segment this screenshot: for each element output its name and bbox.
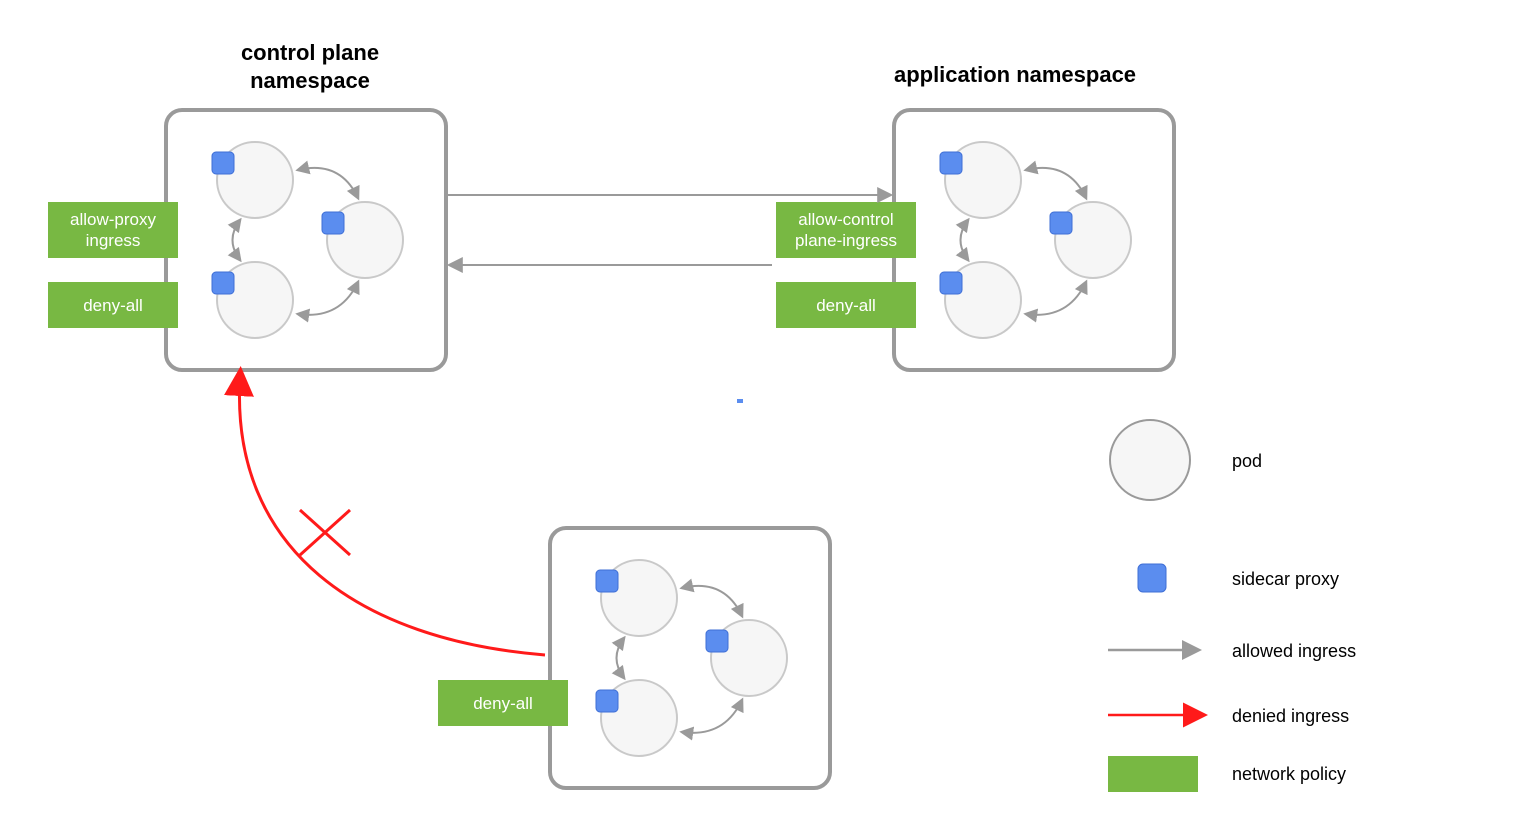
svg-text:deny-all: deny-all [83, 296, 143, 315]
sidecar-proxy-icon [322, 212, 344, 234]
allowed-ingress-arrow [617, 638, 625, 678]
network-policy-deny-all: deny-all [776, 282, 916, 328]
allowed-ingress-arrow [682, 700, 742, 733]
allowed-ingress-arrow [298, 282, 358, 315]
sidecar-proxy-icon [940, 272, 962, 294]
diagram-canvas: control plane namespace allow-proxy ingr… [0, 0, 1518, 814]
control-plane-title-line1: control plane [241, 40, 379, 65]
network-policy-allow-control-plane-ingress: allow-control plane-ingress [776, 202, 916, 258]
pod [940, 142, 1021, 218]
allowed-ingress-arrow [298, 168, 358, 198]
pod [212, 142, 293, 218]
allowed-ingress-arrow [1026, 168, 1086, 198]
network-policy-allow-proxy-ingress: allow-proxy ingress [48, 202, 178, 258]
sidecar-proxy-icon [212, 272, 234, 294]
svg-text:allow-control: allow-control [798, 210, 893, 229]
pod [596, 680, 677, 756]
sidecar-proxy-icon [1050, 212, 1072, 234]
legend-policy: network policy [1108, 756, 1346, 792]
allowed-ingress-arrow [682, 586, 742, 616]
pod [212, 262, 293, 338]
control-plane-title-line2: namespace [250, 68, 370, 93]
sidecar-proxy-icon [596, 570, 618, 592]
pod [706, 620, 787, 696]
legend-denied: denied ingress [1108, 706, 1349, 726]
svg-text:ingress: ingress [86, 231, 141, 250]
legend-allowed: allowed ingress [1108, 641, 1356, 661]
svg-text:denied ingress: denied ingress [1232, 706, 1349, 726]
pod [596, 560, 677, 636]
svg-text:sidecar proxy: sidecar proxy [1232, 569, 1339, 589]
allowed-ingress-arrow [1026, 282, 1086, 315]
allowed-ingress-arrow [233, 220, 241, 260]
svg-text:network policy: network policy [1232, 764, 1346, 784]
svg-text:deny-all: deny-all [473, 694, 533, 713]
legend: pod sidecar proxy allowed ingress denied… [1108, 420, 1356, 792]
svg-text:allowed ingress: allowed ingress [1232, 641, 1356, 661]
application-namespace: application namespace allow-control plan… [776, 62, 1174, 370]
legend-pod: pod [1110, 420, 1262, 500]
sidecar-proxy-icon [212, 152, 234, 174]
network-policy-deny-all: deny-all [48, 282, 178, 328]
sidecar-proxy-icon [940, 152, 962, 174]
pod-icon [1110, 420, 1190, 500]
svg-text:deny-all: deny-all [816, 296, 876, 315]
sidecar-proxy-icon [706, 630, 728, 652]
svg-text:pod: pod [1232, 451, 1262, 471]
sidecar-proxy-icon [1138, 564, 1166, 592]
network-policy-deny-all: deny-all [438, 680, 568, 726]
legend-sidecar: sidecar proxy [1138, 564, 1339, 592]
pod [1050, 202, 1131, 278]
stray-pixel [737, 399, 743, 403]
sidecar-proxy-icon [596, 690, 618, 712]
svg-text:plane-ingress: plane-ingress [795, 231, 897, 250]
pod [322, 202, 403, 278]
network-policy-icon [1108, 756, 1198, 792]
denied-ingress-arrow [239, 378, 545, 655]
unmeshed-namespace: deny-all [438, 528, 830, 788]
application-title: application namespace [894, 62, 1136, 87]
pod [940, 262, 1021, 338]
control-plane-namespace: control plane namespace allow-proxy ingr… [48, 40, 446, 370]
allowed-ingress-arrow [961, 220, 969, 260]
svg-text:allow-proxy: allow-proxy [70, 210, 156, 229]
